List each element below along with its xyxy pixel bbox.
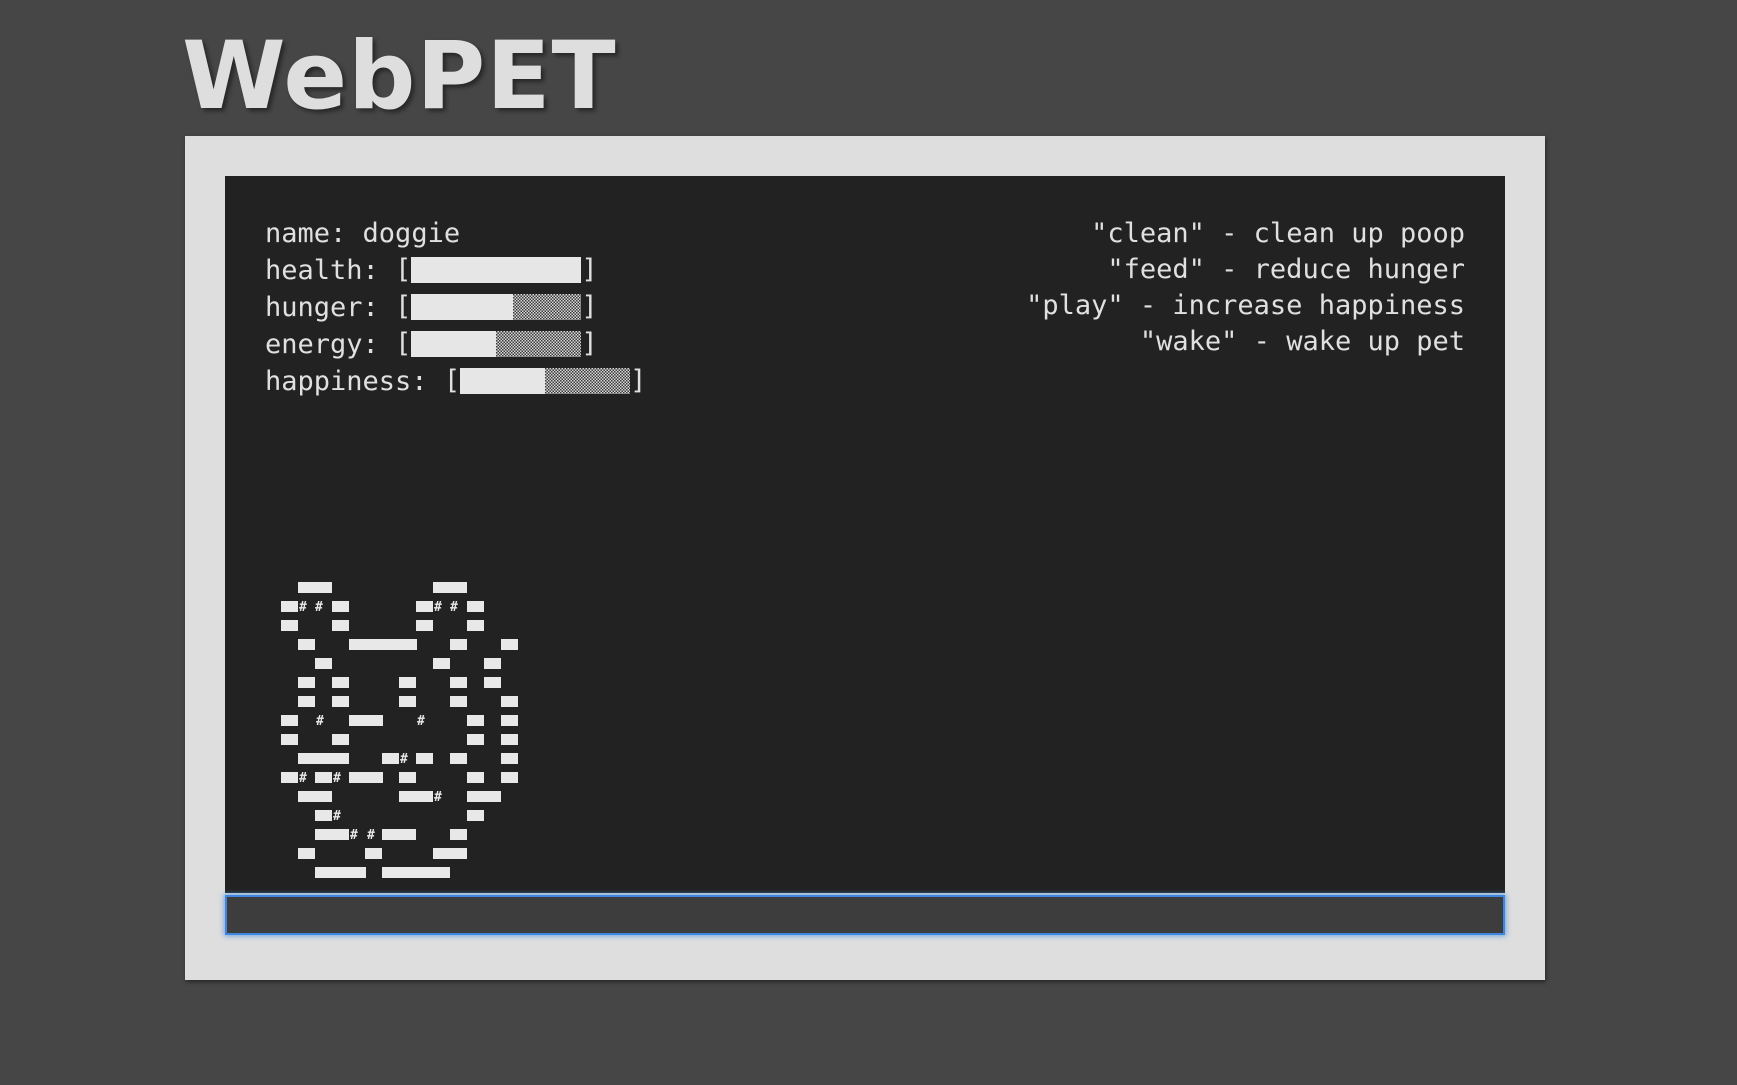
energy-meter-fill (411, 330, 497, 357)
ascii-dog-icon: # # # # # # # # # # # # # (281, 582, 518, 878)
meter-bracket-open: [ (395, 253, 412, 285)
command-play-help: "play" - increase happiness (1026, 290, 1465, 321)
command-input[interactable] (225, 895, 1505, 935)
stat-label: health: (265, 255, 379, 286)
svg-text:#: # (450, 600, 458, 615)
meter-bracket-open: [ (395, 290, 412, 322)
hunger-meter: [] (395, 290, 598, 322)
command-feed-help: "feed" - reduce hunger (1107, 254, 1465, 285)
svg-text:#: # (400, 752, 408, 767)
svg-text:#: # (350, 828, 358, 843)
happiness-meter: [] (443, 364, 647, 396)
stat-label: energy: (265, 329, 379, 360)
energy-meter: [] (395, 327, 598, 359)
name-label: name: (265, 218, 347, 249)
svg-text:#: # (315, 600, 323, 615)
meter-bracket-close: ] (630, 364, 647, 396)
svg-text:#: # (333, 809, 341, 824)
hunger-meter-fill (411, 293, 514, 320)
happiness-meter-empty (545, 367, 631, 394)
svg-text:#: # (316, 714, 324, 729)
svg-text:#: # (333, 771, 341, 786)
pet-stats: name: doggie health: [] hunger: [] energ… (265, 216, 646, 400)
pet-name: doggie (362, 218, 461, 249)
meter-bracket-close: ] (581, 290, 598, 322)
energy-meter-track (411, 330, 582, 357)
svg-text:#: # (434, 600, 442, 615)
svg-text:#: # (299, 771, 307, 786)
stat-happiness: happiness: [] (265, 363, 646, 400)
app-title: WebPET (182, 22, 617, 131)
hunger-meter-track (411, 293, 582, 320)
svg-text:#: # (299, 600, 307, 615)
hunger-meter-empty (513, 293, 582, 320)
stat-label: hunger: (265, 292, 379, 323)
name-line: name: doggie (265, 216, 646, 252)
svg-text:#: # (434, 790, 442, 805)
health-meter-track (411, 256, 582, 283)
happiness-meter-fill (460, 367, 546, 394)
health-meter-fill (411, 256, 582, 283)
stat-hunger: hunger: [] (265, 289, 646, 326)
meter-bracket-open: [ (395, 327, 412, 359)
command-clean-help: "clean" - clean up poop (1091, 218, 1465, 249)
meter-bracket-close: ] (581, 253, 598, 285)
stat-energy: energy: [] (265, 326, 646, 363)
stat-health: health: [] (265, 252, 646, 289)
command-help-list: "clean" - clean up poop "feed" - reduce … (1026, 216, 1465, 360)
energy-meter-empty (496, 330, 582, 357)
pet-console-frame: name: doggie health: [] hunger: [] energ… (185, 136, 1545, 980)
meter-bracket-open: [ (443, 364, 461, 396)
happiness-meter-track (460, 367, 631, 394)
svg-text:#: # (417, 714, 425, 729)
stat-label: happiness: (265, 366, 428, 397)
health-meter: [] (395, 253, 598, 285)
command-wake-help: "wake" - wake up pet (1139, 326, 1465, 357)
meter-bracket-close: ] (581, 327, 598, 359)
pet-screen: name: doggie health: [] hunger: [] energ… (225, 176, 1505, 893)
svg-text:#: # (367, 828, 375, 843)
